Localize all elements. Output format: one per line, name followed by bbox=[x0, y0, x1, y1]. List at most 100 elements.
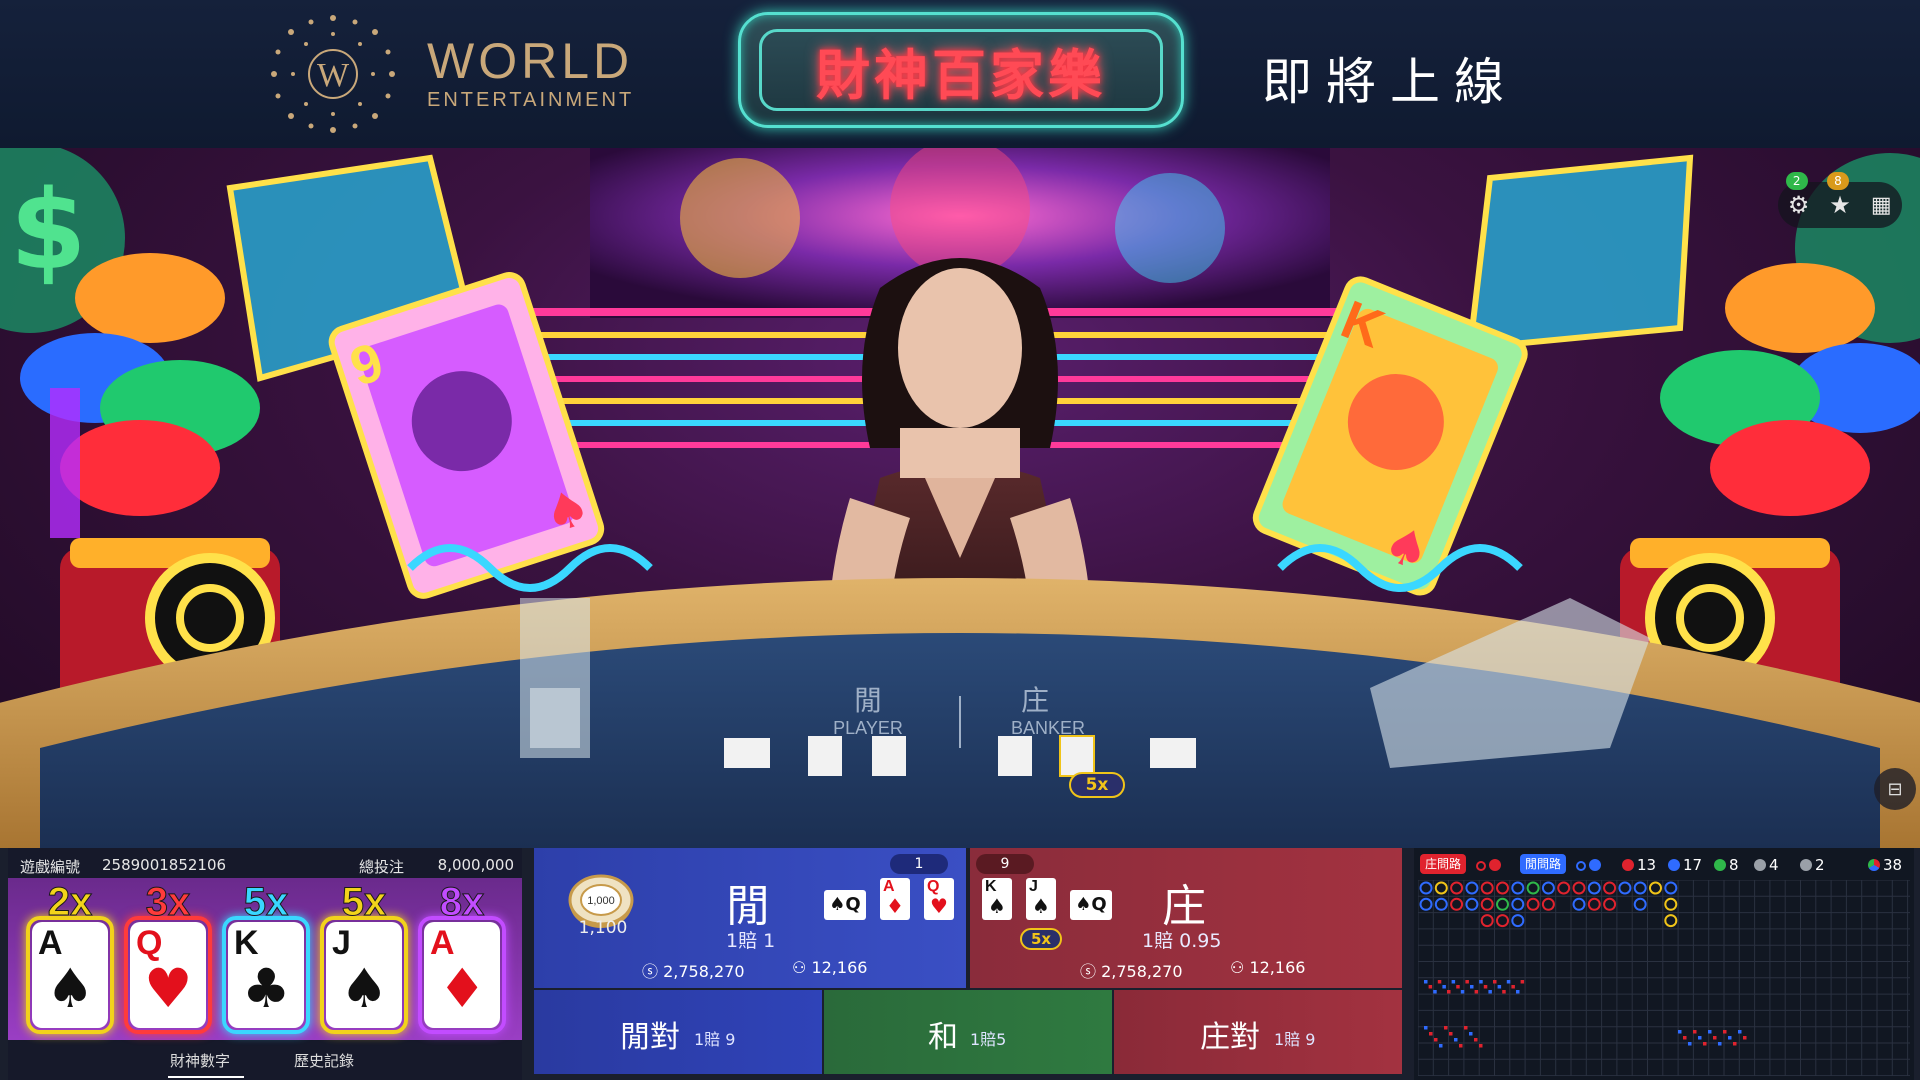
road-mark bbox=[1502, 990, 1506, 994]
road-mark bbox=[1447, 990, 1451, 994]
road-mark bbox=[1460, 990, 1465, 994]
svg-text:1,000: 1,000 bbox=[587, 895, 615, 907]
road-grid bbox=[1418, 880, 1910, 1076]
card-suit-icon: ♠ bbox=[46, 957, 95, 1020]
player-pair-odds: 1賠 9 bbox=[694, 1030, 736, 1049]
road-mark bbox=[1493, 980, 1497, 984]
road-mark bbox=[1465, 980, 1469, 984]
fortune-card: Q ♥ bbox=[130, 922, 206, 1028]
road-mark bbox=[1728, 1036, 1732, 1040]
player-pair-bet[interactable]: 閒對 1賠 9 bbox=[534, 990, 822, 1074]
fortune-multiplier: 5x bbox=[243, 880, 289, 925]
svg-text:$: $ bbox=[10, 166, 87, 294]
banker-pair-name: 庄對 bbox=[1200, 1020, 1260, 1055]
road-mark bbox=[1424, 1026, 1428, 1030]
player-pair-count: 2 bbox=[1800, 856, 1825, 874]
grid-icon: ▦ bbox=[1870, 192, 1892, 218]
tab-fortune-numbers[interactable]: 財神數字 bbox=[170, 1050, 230, 1071]
brand-wordmark: WORLD ENTERTAINMENT bbox=[427, 36, 634, 112]
road-mark bbox=[1698, 1036, 1702, 1040]
favorite-button[interactable]: ★ 8 bbox=[1823, 172, 1857, 222]
road-bead bbox=[1664, 897, 1678, 911]
road-mark bbox=[1738, 1030, 1742, 1034]
gear-icon: ⚙ bbox=[1787, 191, 1810, 219]
road-mark bbox=[1703, 1042, 1707, 1046]
road-mark bbox=[1429, 1032, 1433, 1036]
road-bead bbox=[1434, 897, 1448, 911]
svg-text:閒: 閒 bbox=[854, 684, 882, 717]
player-ask-road-button[interactable]: 閒問路 bbox=[1520, 854, 1567, 874]
tie-name: 和 bbox=[928, 1020, 958, 1055]
road-bead bbox=[1496, 914, 1509, 928]
road-bead bbox=[1496, 897, 1509, 911]
road-bead bbox=[1511, 897, 1525, 911]
star-icon: ★ bbox=[1829, 191, 1851, 219]
road-bead bbox=[1450, 881, 1464, 895]
road-mark bbox=[1437, 980, 1442, 984]
active-tab-indicator bbox=[168, 1076, 244, 1078]
tie-bet[interactable]: 和 1賠5 bbox=[824, 990, 1112, 1074]
layout-toggle-button[interactable]: ⊟ bbox=[1874, 768, 1916, 810]
road-mark bbox=[1464, 1026, 1468, 1030]
user-icon: ⚇ bbox=[792, 958, 807, 977]
road-mark bbox=[1713, 1036, 1717, 1040]
card-suit-icon: ♥ bbox=[930, 894, 948, 918]
svg-text:庄: 庄 bbox=[1021, 684, 1049, 717]
road-bead bbox=[1633, 881, 1647, 895]
card-suit-icon: ♦ bbox=[886, 894, 904, 918]
road-bead bbox=[1633, 897, 1647, 911]
hand-card: K ♠ bbox=[982, 878, 1012, 920]
game-id: 2589001852106 bbox=[102, 856, 227, 874]
hand-card: Q ♥ bbox=[924, 878, 954, 920]
road-bead bbox=[1649, 881, 1662, 895]
world-logo-icon: W bbox=[271, 15, 395, 133]
total-rounds-count: 38 bbox=[1868, 856, 1902, 874]
fortune-card: K ♣ bbox=[228, 922, 304, 1028]
road-mark bbox=[1456, 985, 1460, 989]
brand-name: WORLD bbox=[427, 33, 634, 89]
road-bead bbox=[1480, 881, 1494, 895]
road-bead bbox=[1526, 897, 1540, 911]
road-mark bbox=[1708, 1030, 1712, 1034]
banker-pair-count: 4 bbox=[1754, 856, 1779, 874]
banker-score-badge: 9 bbox=[976, 854, 1034, 874]
fortune-multiplier: 2x bbox=[47, 880, 93, 925]
road-mark bbox=[1488, 990, 1492, 994]
road-mark bbox=[1693, 1030, 1697, 1034]
total-bet-value: 8,000,000 bbox=[437, 856, 514, 874]
notification-badge: 2 bbox=[1785, 172, 1808, 190]
card-suit-icon: ♣ bbox=[242, 957, 291, 1020]
tab-history[interactable]: 歷史記錄 bbox=[294, 1050, 354, 1071]
road-mark bbox=[1479, 1044, 1483, 1048]
road-bead bbox=[1587, 881, 1601, 895]
road-mark bbox=[1474, 1038, 1478, 1042]
player-bet-amount: ⓢ 2,758,270 bbox=[642, 962, 745, 981]
road-bead bbox=[1526, 881, 1540, 895]
banker-odds: 1賠 0.95 bbox=[1142, 930, 1222, 952]
banker-bet-area[interactable]: 9 庄 1賠 0.95 ⓢ 2,758,270 ⚇ 12,166 5x K ♠ J ♠… bbox=[970, 848, 1402, 988]
road-bead bbox=[1572, 897, 1586, 911]
banker-bet-name: 庄 bbox=[1162, 881, 1206, 932]
studio-scene: $ 9 ♠ K ♠ 閒 PLAYER 庄 BANKER bbox=[0, 148, 1920, 848]
banker-pair-bet[interactable]: 庄對 1賠 9 bbox=[1114, 990, 1402, 1074]
fortune-numbers-panel: 遊戲編號 2589001852106 總投注 8,000,000 2x A ♠ 3x Q… bbox=[8, 848, 522, 1080]
tie-count: 8 bbox=[1714, 856, 1739, 874]
road-mark bbox=[1743, 1036, 1747, 1040]
road-mark bbox=[1678, 1030, 1682, 1034]
road-mark bbox=[1733, 1042, 1737, 1046]
banker-ask-road-button[interactable]: 庄問路 bbox=[1420, 854, 1467, 874]
road-bead bbox=[1587, 897, 1601, 911]
road-mark bbox=[1520, 980, 1525, 984]
road-bead bbox=[1465, 897, 1479, 911]
settings-button[interactable]: ⚙ 2 bbox=[1782, 172, 1816, 222]
road-mark bbox=[1424, 980, 1428, 984]
sideways-card: ♠Q bbox=[824, 890, 866, 920]
table-multiplier-badge: 5x bbox=[1069, 772, 1125, 798]
hand-card: J ♠ bbox=[1026, 878, 1056, 920]
road-mark bbox=[1516, 990, 1520, 994]
banker-pair-odds: 1賠 9 bbox=[1274, 1030, 1316, 1049]
banker-ask-dots bbox=[1476, 856, 1504, 874]
fortune-card: A ♦ bbox=[424, 922, 500, 1028]
player-odds: 1賠 1 bbox=[726, 930, 776, 952]
lobby-grid-button[interactable]: ▦ bbox=[1864, 188, 1898, 222]
